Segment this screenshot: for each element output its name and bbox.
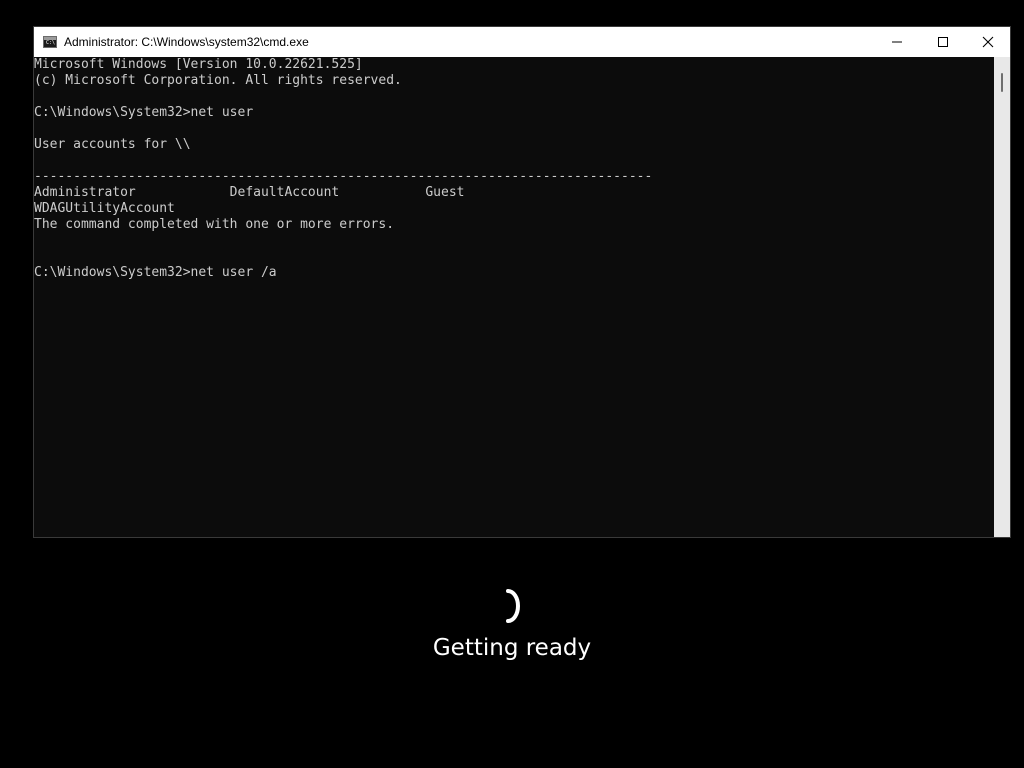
status-text: Getting ready bbox=[432, 635, 592, 661]
console-line: (c) Microsoft Corporation. All rights re… bbox=[34, 73, 402, 88]
close-button[interactable] bbox=[965, 27, 1011, 57]
cmd-icon: C:\ bbox=[43, 36, 57, 48]
maximize-icon bbox=[938, 37, 948, 47]
vertical-scrollbar[interactable] bbox=[994, 57, 1010, 537]
cmd-window: C:\ Administrator: C:\Windows\system32\c… bbox=[33, 26, 1011, 538]
console-line: Administrator DefaultAccount Guest bbox=[34, 185, 465, 200]
minimize-icon bbox=[892, 41, 902, 43]
scrollbar-thumb[interactable] bbox=[1001, 73, 1003, 92]
console-line: The command completed with one or more e… bbox=[34, 217, 395, 232]
minimize-button[interactable] bbox=[874, 27, 920, 57]
console-line: User accounts for \\ bbox=[34, 137, 191, 152]
console-line: WDAGUtilityAccount bbox=[34, 201, 175, 216]
close-icon bbox=[982, 36, 994, 48]
title-bar[interactable]: C:\ Administrator: C:\Windows\system32\c… bbox=[34, 27, 1010, 57]
maximize-button[interactable] bbox=[920, 27, 966, 57]
console-line: C:\Windows\System32>net user /a bbox=[34, 265, 277, 280]
console-output[interactable]: Microsoft Windows [Version 10.0.22621.52… bbox=[34, 57, 994, 537]
console-line: Microsoft Windows [Version 10.0.22621.52… bbox=[34, 57, 363, 72]
console-line: ----------------------------------------… bbox=[34, 169, 653, 184]
loading-spinner-icon bbox=[506, 589, 520, 623]
console-line: C:\Windows\System32>net user bbox=[34, 105, 254, 120]
window-title: Administrator: C:\Windows\system32\cmd.e… bbox=[64, 35, 309, 49]
cmd-icon-text: C:\ bbox=[46, 40, 56, 46]
